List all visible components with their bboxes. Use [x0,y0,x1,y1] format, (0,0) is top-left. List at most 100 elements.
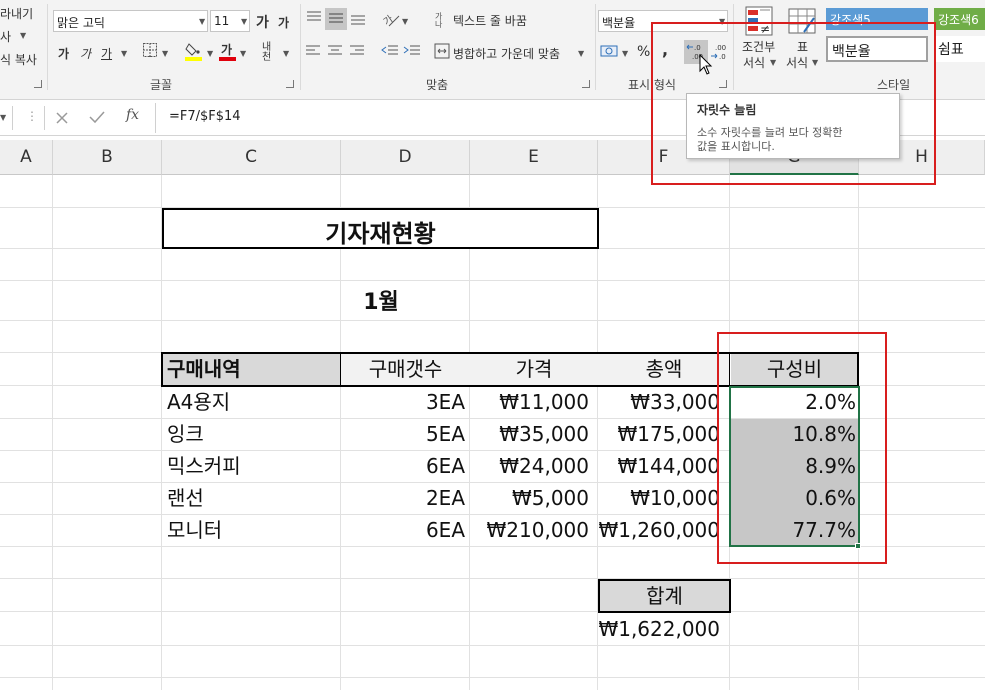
tooltip-body-line1: 소수 자릿수를 늘려 보다 정확한 [697,126,843,139]
grid-hline [0,320,985,321]
align-top-icon[interactable] [305,10,323,26]
number-format-value: 백분율 [602,16,636,30]
qty-cell[interactable]: 2EA [341,483,465,514]
cell-style-accent6[interactable]: 강조색6 [934,8,985,30]
font-color-button[interactable]: 가 [221,41,232,58]
font-size-dropdown-icon[interactable]: ▼ [241,17,247,26]
copy-dropdown-icon[interactable]: ▼ [20,31,26,40]
qty-cell[interactable]: 6EA [341,451,465,482]
item-cell[interactable]: 믹스커피 [162,451,340,482]
orientation-dropdown-icon[interactable]: ▼ [402,17,408,26]
phonetic-dropdown-icon[interactable]: ▼ [283,49,289,58]
formula-bar-grip-icon: ⋮ [26,109,38,123]
comma-style-label: 쉼표 [938,42,964,58]
header-total[interactable]: 총액 [598,354,730,385]
total-cell[interactable]: ₩10,000 [598,483,720,514]
grid-hline [0,611,985,612]
bold-button[interactable]: 가 [58,45,69,62]
title-cell[interactable]: 기자재현황 [162,208,599,249]
svg-text:나: 나 [435,20,443,28]
price-cell[interactable]: ₩35,000 [470,419,589,450]
font-name-box[interactable]: 맑은 고딕 [53,10,208,32]
align-left-icon[interactable] [305,44,321,58]
align-middle-icon[interactable] [327,10,345,26]
orientation-icon[interactable]: 가 [381,10,401,28]
grid-hline [0,280,985,281]
underline-dropdown-icon[interactable]: ▼ [121,49,127,58]
qty-cell[interactable]: 5EA [341,419,465,450]
decrease-indent-icon[interactable] [381,44,399,58]
name-box-dropdown-icon[interactable]: ▼ [0,113,6,122]
item-cell[interactable]: A4용지 [162,387,340,418]
item-cell[interactable]: 잉크 [162,419,340,450]
sum-label: 합계 [646,584,683,608]
font-launcher-icon[interactable] [286,80,294,88]
qty-cell[interactable]: 3EA [341,387,465,418]
alignment-launcher-icon[interactable] [582,80,590,88]
fill-color-icon[interactable] [185,41,203,61]
formula-text: =F7/$F$14 [169,109,241,124]
copy-button[interactable]: 사 [0,28,11,45]
cell-style-comma[interactable]: 쉼표 [934,36,985,62]
cancel-icon[interactable] [55,111,69,125]
phonetic-button[interactable]: 내천 [262,43,278,63]
grid-hline [0,578,985,579]
decrease-font-size-button[interactable]: 가 [278,14,289,31]
wrap-text-icon[interactable]: 가나 [435,10,451,28]
column-header-b[interactable]: B [53,140,162,175]
insert-function-button[interactable]: fx [126,107,139,123]
item-cell[interactable]: 모니터 [162,515,340,546]
accounting-dropdown-icon[interactable]: ▼ [622,49,628,58]
format-painter-button[interactable]: 식 복사 [0,51,37,68]
percent-style-button[interactable]: % [637,44,650,60]
font-color-dropdown-icon[interactable]: ▼ [240,49,246,58]
header-item[interactable]: 구매내역 [162,354,340,385]
group-separator [300,4,301,90]
price-cell[interactable]: ₩210,000 [470,515,589,546]
qty-cell[interactable]: 6EA [341,515,465,546]
column-header-a[interactable]: A [0,140,53,175]
column-a-label: A [20,147,32,167]
fill-color-dropdown-icon[interactable]: ▼ [207,49,213,58]
align-right-icon[interactable] [349,44,365,58]
price-cell[interactable]: ₩11,000 [470,387,589,418]
tooltip-body-line2: 값을 표시합니다. [697,140,775,153]
item-cell[interactable]: 랜선 [162,483,340,514]
price-cell[interactable]: ₩5,000 [470,483,589,514]
merge-center-dropdown-icon[interactable]: ▼ [578,49,584,58]
merge-center-button[interactable]: 병합하고 가운데 맞춤 [453,45,560,62]
increase-indent-icon[interactable] [403,44,421,58]
cut-button[interactable]: 라내기 [0,5,33,22]
total-cell[interactable]: ₩33,000 [598,387,720,418]
borders-icon[interactable] [142,42,158,58]
underline-button[interactable]: 가 [101,45,112,62]
italic-button[interactable]: 가 [80,45,91,62]
tooltip-title: 자릿수 늘림 [697,103,757,117]
align-bottom-icon[interactable] [349,10,367,26]
font-name-dropdown-icon[interactable]: ▼ [199,17,205,26]
total-cell[interactable]: ₩1,260,000 [598,515,720,546]
name-box-divider [12,106,13,130]
increase-font-size-button[interactable]: 가 [256,12,269,32]
align-center-icon[interactable] [327,44,343,58]
price-cell[interactable]: ₩24,000 [470,451,589,482]
sum-label-cell[interactable]: 합계 [598,579,731,613]
sum-value-cell[interactable]: ₩1,622,000 [598,614,720,645]
wrap-text-button[interactable]: 텍스트 줄 바꿈 [453,12,527,29]
formula-divider [44,106,45,130]
column-header-e[interactable]: E [470,140,598,175]
svg-text:가: 가 [381,13,395,28]
borders-dropdown-icon[interactable]: ▼ [162,49,168,58]
merge-center-icon[interactable] [434,43,450,59]
total-cell[interactable]: ₩175,000 [598,419,720,450]
column-b-label: B [101,147,113,167]
column-header-c[interactable]: C [162,140,341,175]
accounting-format-icon[interactable] [600,43,618,59]
clipboard-launcher-icon[interactable] [34,80,42,88]
header-price[interactable]: 가격 [470,354,598,385]
enter-icon[interactable] [89,110,105,124]
header-qty[interactable]: 구매갯수 [341,354,470,385]
total-cell[interactable]: ₩144,000 [598,451,720,482]
column-c-label: C [245,147,257,167]
column-header-d[interactable]: D [341,140,470,175]
